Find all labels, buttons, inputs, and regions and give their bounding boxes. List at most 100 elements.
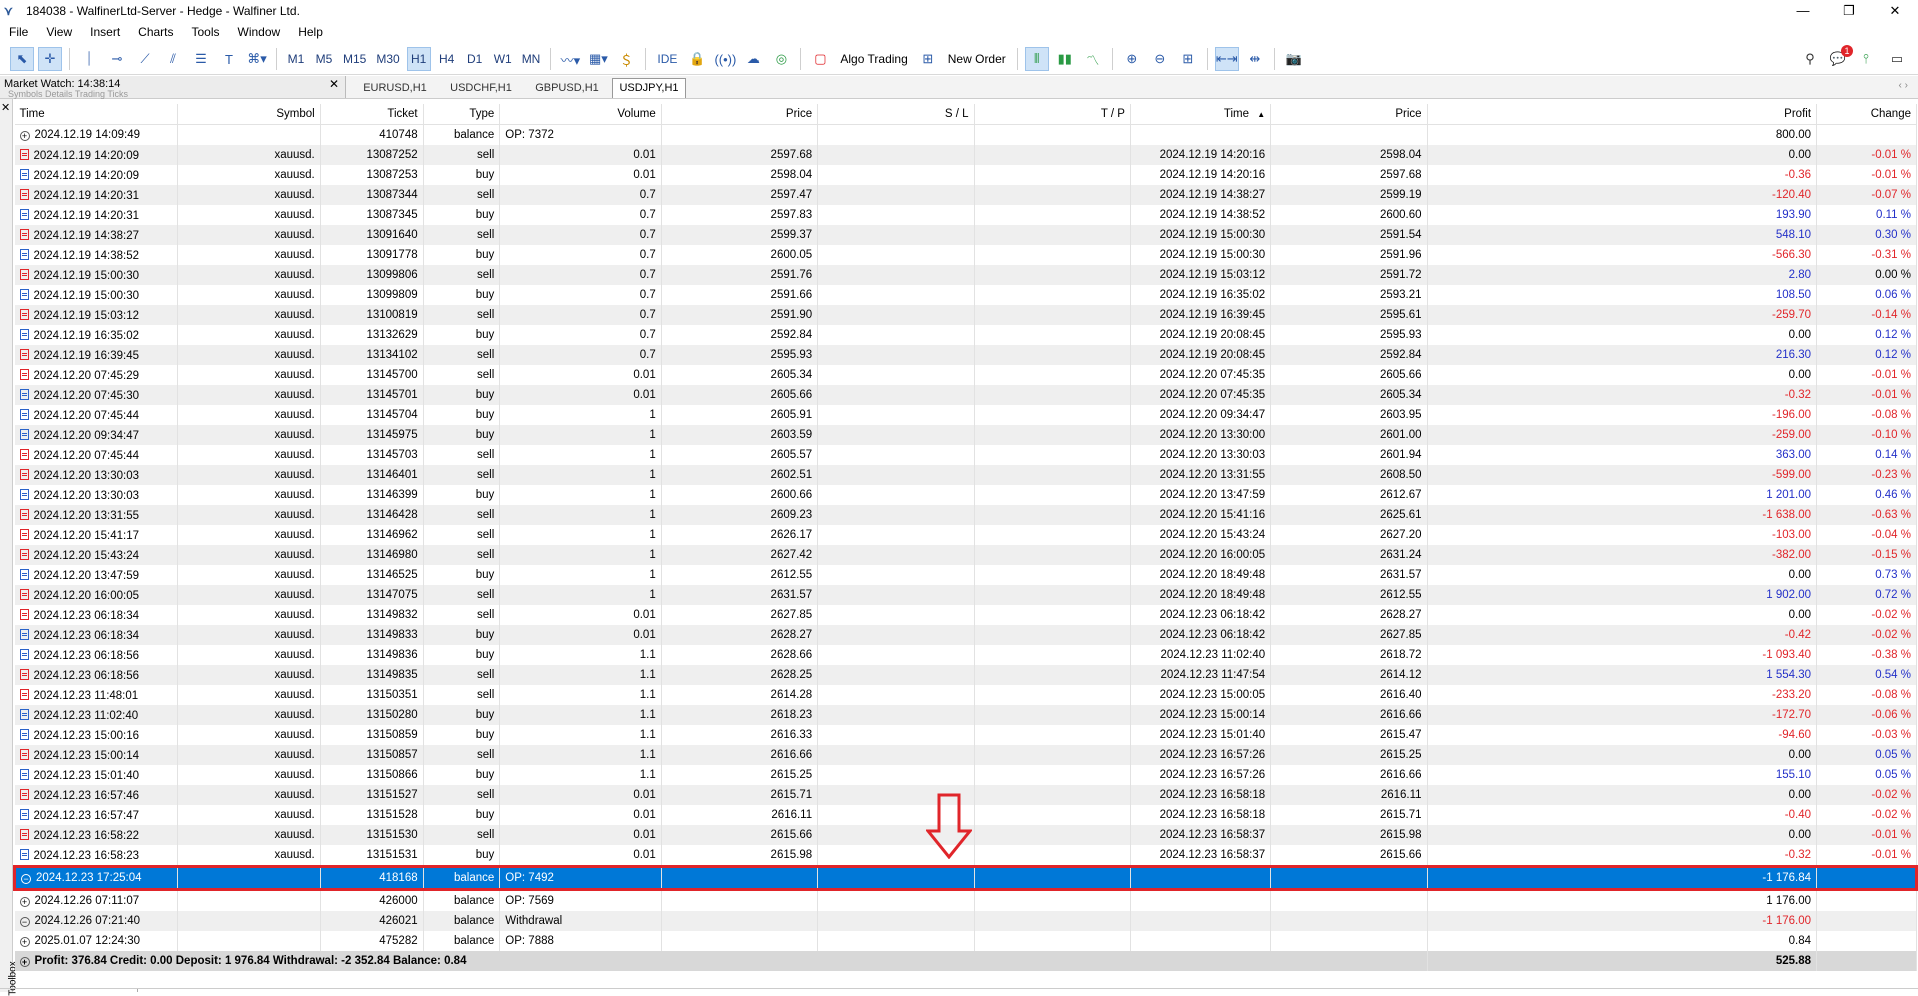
zoom-in-icon[interactable]: ⊕: [1120, 47, 1144, 71]
line-chart-icon[interactable]: 〽: [1081, 47, 1105, 71]
cursor-icon[interactable]: ⬉: [10, 47, 34, 71]
crosshair-icon[interactable]: ✛: [38, 47, 62, 71]
column-header-time-8[interactable]: Time ▲: [1130, 104, 1272, 125]
tab-usdjpy[interactable]: USDJPY,H1: [612, 78, 686, 98]
table-row[interactable]: 2024.12.19 14:20:09 xauusd. 13087253 buy 0.0…: [14, 165, 1917, 185]
new-order-button[interactable]: New Order: [944, 47, 1010, 71]
tab-scroll-arrows[interactable]: ‹ ›: [1899, 80, 1908, 91]
table-row[interactable]: +2024.12.19 14:09:49 410748 balance OP: 737…: [14, 124, 1917, 145]
toolbox-close-icon[interactable]: ✕: [1, 101, 10, 114]
column-header-time-0[interactable]: Time: [14, 104, 179, 125]
table-row[interactable]: 2024.12.23 15:00:14 xauusd. 13150857 sell 1.…: [14, 745, 1917, 765]
table-row[interactable]: 2024.12.19 14:20:09 xauusd. 13087252 sell 0.…: [14, 145, 1917, 165]
table-row[interactable]: 2024.12.19 16:35:02 xauusd. 13132629 buy 0.7…: [14, 325, 1917, 345]
timeframe-m30[interactable]: M30: [373, 47, 402, 71]
horizontal-line-icon[interactable]: ⊸: [105, 47, 129, 71]
table-row[interactable]: 2024.12.20 15:41:17 xauusd. 13146962 sell 1 2…: [14, 525, 1917, 545]
text-tool-icon[interactable]: T: [217, 47, 241, 71]
channel-icon[interactable]: ⫽: [161, 47, 185, 71]
column-header-price-9[interactable]: Price: [1270, 104, 1428, 125]
minimize-icon[interactable]: —: [1780, 0, 1826, 22]
column-header-profit-10[interactable]: Profit: [1427, 104, 1818, 125]
table-row[interactable]: 2024.12.20 07:45:29 xauusd. 13145700 sell 0.…: [14, 365, 1917, 385]
restore-icon[interactable]: ❐: [1826, 0, 1872, 22]
menu-charts[interactable]: Charts: [129, 25, 182, 39]
lock-icon[interactable]: 🔒: [685, 47, 709, 71]
column-header-t-p-7[interactable]: T / P: [974, 104, 1131, 125]
table-row[interactable]: 2024.12.20 13:30:03 xauusd. 13146401 sell 1 2…: [14, 465, 1917, 485]
tab-gbpusd[interactable]: GBPUSD,H1: [526, 78, 608, 99]
market-watch-tabs[interactable]: Symbols Details Trading Ticks: [8, 89, 128, 99]
column-header-change-11[interactable]: Change: [1816, 104, 1917, 125]
table-row[interactable]: 2024.12.20 16:00:05 xauusd. 13147075 sell 1 2…: [14, 585, 1917, 605]
table-row[interactable]: 2024.12.19 14:38:52 xauusd. 13091778 buy 0.7…: [14, 245, 1917, 265]
timeframe-m15[interactable]: M15: [340, 47, 369, 71]
table-row[interactable]: 2024.12.20 13:47:59 xauusd. 13146525 buy 1 26…: [14, 565, 1917, 585]
table-row[interactable]: 2024.12.23 06:18:56 xauusd. 13149836 buy 1.1…: [14, 645, 1917, 665]
autoscroll-icon[interactable]: ⇤⇥: [1214, 47, 1239, 71]
table-row[interactable]: 2024.12.23 15:00:16 xauusd. 13150859 buy 1.1…: [14, 725, 1917, 745]
dollar-icon[interactable]: ＄: [614, 47, 638, 71]
column-header-type-3[interactable]: Type: [423, 104, 501, 125]
market-icon[interactable]: ◎: [769, 47, 793, 71]
shapes-icon[interactable]: ⌘▾: [245, 47, 269, 71]
table-row[interactable]: 2024.12.19 15:03:12 xauusd. 13100819 sell 0.…: [14, 305, 1917, 325]
column-header-volume-4[interactable]: Volume: [499, 104, 662, 125]
table-row[interactable]: 2024.12.20 15:43:24 xauusd. 13146980 sell 1 2…: [14, 545, 1917, 565]
zoom-out-icon[interactable]: ⊖: [1148, 47, 1172, 71]
table-row[interactable]: 2024.12.23 11:02:40 xauusd. 13150280 buy 1.1…: [14, 705, 1917, 725]
tab-eurusd[interactable]: EURUSD,H1: [354, 78, 436, 99]
table-row[interactable]: 2024.12.20 13:31:55 xauusd. 13146428 sell 1 2…: [14, 505, 1917, 525]
menu-window[interactable]: Window: [229, 25, 290, 39]
notifications-icon[interactable]: 💬 1: [1826, 45, 1853, 71]
timeframe-h4[interactable]: H4: [435, 47, 459, 71]
table-row[interactable]: 2024.12.20 07:45:44 xauusd. 13145703 sell 1 2…: [14, 445, 1917, 465]
column-header-price-5[interactable]: Price: [661, 104, 819, 125]
table-row[interactable]: 2024.12.19 15:00:30 xauusd. 13099809 buy 0.7…: [14, 285, 1917, 305]
table-row[interactable]: +2025.01.07 12:24:30 475282 balance OP: 788…: [14, 931, 1917, 951]
signal-strength-icon[interactable]: ⫯: [1854, 47, 1878, 71]
column-header-ticket-2[interactable]: Ticket: [320, 104, 424, 125]
table-row[interactable]: 2024.12.23 06:18:34 xauusd. 13149833 buy 0.0…: [14, 625, 1917, 645]
timeframe-mn[interactable]: MN: [519, 47, 544, 71]
signal-icon[interactable]: ((•)): [713, 47, 737, 71]
market-watch-close-icon[interactable]: ✕: [329, 77, 339, 91]
table-row[interactable]: −2024.12.26 07:21:40 426021 balance Withdra…: [14, 911, 1917, 931]
table-row[interactable]: 2024.12.20 13:30:03 xauusd. 13146399 buy 1 26…: [14, 485, 1917, 505]
table-row[interactable]: 2024.12.20 09:34:47 xauusd. 13145975 buy 1 26…: [14, 425, 1917, 445]
menu-view[interactable]: View: [37, 25, 81, 39]
search-icon[interactable]: ⚲: [1798, 47, 1822, 71]
candlestick-icon[interactable]: ▮▮: [1053, 47, 1077, 71]
close-icon[interactable]: ✕: [1872, 0, 1918, 22]
table-row[interactable]: 2024.12.20 07:45:30 xauusd. 13145701 buy 0.0…: [14, 385, 1917, 405]
table-row[interactable]: 2024.12.23 15:01:40 xauusd. 13150866 buy 1.1…: [14, 765, 1917, 785]
ide-button[interactable]: IDE: [653, 47, 681, 71]
table-row[interactable]: 2024.12.20 07:45:44 xauusd. 13145704 buy 1 26…: [14, 405, 1917, 425]
table-row[interactable]: 2024.12.19 14:20:31 xauusd. 13087344 sell 0.…: [14, 185, 1917, 205]
timeframe-m1[interactable]: M1: [284, 47, 308, 71]
table-row[interactable]: 2024.12.19 14:38:27 xauusd. 13091640 sell 0.…: [14, 225, 1917, 245]
cloud-icon[interactable]: ☁: [741, 47, 765, 71]
table-row[interactable]: 2024.12.23 06:18:34 xauusd. 13149832 sell 0.…: [14, 605, 1917, 625]
trendline-icon[interactable]: ⟋: [133, 47, 157, 71]
table-row[interactable]: 2024.12.23 11:48:01 xauusd. 13150351 sell 1.…: [14, 685, 1917, 705]
chart-shift-icon[interactable]: ⇹: [1243, 47, 1267, 71]
table-row[interactable]: +2024.12.26 07:11:07 426000 balance OP: 756…: [14, 889, 1917, 911]
table-row[interactable]: 2024.12.19 15:00:30 xauusd. 13099806 sell 0.…: [14, 265, 1917, 285]
column-header-symbol-1[interactable]: Symbol: [177, 104, 321, 125]
fibonacci-icon[interactable]: ☰: [189, 47, 213, 71]
timeframe-h1[interactable]: H1: [406, 47, 431, 71]
timeframe-d1[interactable]: D1: [463, 47, 487, 71]
tile-windows-icon[interactable]: ⊞: [1176, 47, 1200, 71]
algo-trading-button[interactable]: Algo Trading: [836, 47, 911, 71]
menu-tools[interactable]: Tools: [183, 25, 229, 39]
menu-file[interactable]: File: [0, 25, 37, 39]
screenshot-icon[interactable]: 📷: [1282, 47, 1306, 71]
vertical-line-icon[interactable]: ⏐: [77, 47, 101, 71]
indicators-icon[interactable]: 〰▾: [558, 47, 582, 71]
column-header-s-l-6[interactable]: S / L: [817, 104, 975, 125]
menu-insert[interactable]: Insert: [81, 25, 129, 39]
table-row[interactable]: 2024.12.23 06:18:56 xauusd. 13149835 sell 1.…: [14, 665, 1917, 685]
table-row[interactable]: −2024.12.23 17:25:04 418168 balance OP: 749…: [12, 865, 1918, 891]
bar-chart-icon[interactable]: ⫴: [1024, 47, 1049, 71]
